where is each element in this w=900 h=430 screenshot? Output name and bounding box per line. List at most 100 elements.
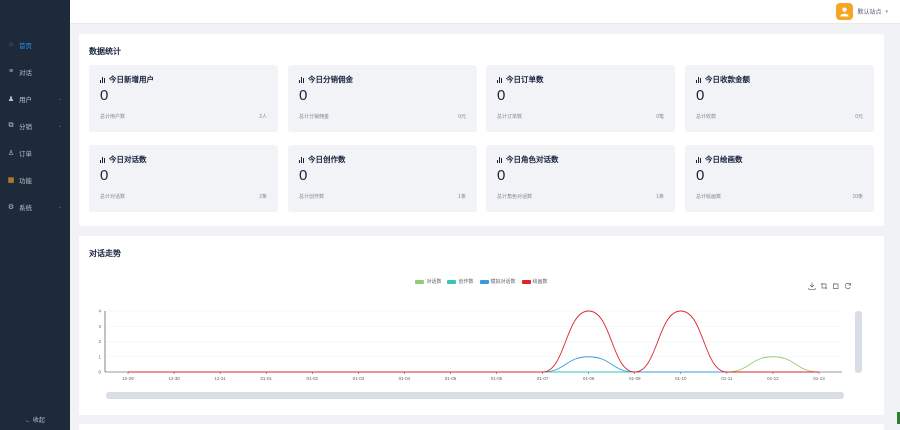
stat-card-title: 今日对话数 <box>100 154 146 165</box>
stat-card-total-value: 0元 <box>458 114 466 120</box>
stat-card: 今日创作数 0 总计创作数 1条 <box>288 145 477 212</box>
stat-card-total-label: 总计收款 <box>696 114 717 120</box>
stat-card: 今日角色对话数 0 总计角色对话数 1条 <box>486 145 675 212</box>
sidebar-item-5[interactable]: ▦ 功能 <box>0 166 70 193</box>
chevron-down-icon: ▾ <box>885 8 888 15</box>
x-tick-label: 12-30 <box>168 376 180 381</box>
stat-card: 今日收款金额 0 总计收款 0元 <box>685 65 874 132</box>
x-tick-label: 12-31 <box>214 376 226 381</box>
sidebar-item-1[interactable]: ≡ 对话 <box>0 58 70 85</box>
stat-card-value: 0 <box>696 167 705 184</box>
stat-card-total-label: 总计分销佣金 <box>299 114 330 120</box>
x-tick-label: 01-05 <box>445 376 457 381</box>
sidebar-item-label: 订单 <box>19 150 32 158</box>
stats-title: 数据统计 <box>89 47 121 56</box>
sidebar-item-0[interactable]: ⌂ 首页 <box>0 31 70 58</box>
stat-card-total-value: 0笔 <box>656 114 664 120</box>
stat-card-total-label: 总计对话数 <box>100 194 126 200</box>
menu-icon: ≡ <box>8 68 14 75</box>
series-line <box>128 356 819 373</box>
stat-card-title-text: 今日新增用户 <box>108 75 154 84</box>
apps-icon: ▦ <box>7 176 15 184</box>
collapse-sidebar-button[interactable]: ← 收起 <box>0 415 70 424</box>
stat-card: 今日新增用户 0 总计用户数 2人 <box>89 65 278 132</box>
stat-card-total-value: 2人 <box>259 114 267 120</box>
stat-card-total-value: 1条 <box>656 194 664 200</box>
stat-card-value: 0 <box>299 87 308 104</box>
sidebar-item-label: 用户 <box>19 96 32 104</box>
user-icon <box>840 7 850 17</box>
stat-card-value: 0 <box>696 87 705 104</box>
top-header: 默认站点 ▾ <box>70 0 900 24</box>
sidebar-item-label: 首页 <box>19 42 32 50</box>
sidebar-item-2[interactable]: ♟ 用户 ⌄ <box>0 85 70 112</box>
stat-card: 今日对话数 0 总计对话数 2条 <box>89 145 278 212</box>
stat-card-title-text: 今日收款金额 <box>704 75 750 84</box>
stat-card-title: 今日角色对话数 <box>497 154 558 165</box>
y-tick-label: 4 <box>98 309 101 314</box>
y-tick-label: 3 <box>98 324 101 329</box>
bottom-panel <box>79 424 884 430</box>
stat-card-value: 0 <box>100 87 109 104</box>
bar-chart-icon <box>100 156 106 163</box>
stat-card-title-text: 今日角色对话数 <box>505 155 559 164</box>
bar-chart-icon <box>696 76 702 83</box>
stat-card-total-label: 总计绘画数 <box>696 194 722 200</box>
sidebar-item-label: 系统 <box>19 204 32 212</box>
user-menu[interactable]: 默认站点 ▾ <box>836 3 888 20</box>
sidebar-item-3[interactable]: ⧉ 分销 ⌄ <box>0 112 70 139</box>
sidebar-item-6[interactable]: ⚙ 系统 ⌄ <box>0 193 70 220</box>
y-tick-label: 0 <box>98 370 101 375</box>
trend-chart: 0 1 2 3 4 12-29 12-30 12-31 01-01 01-02 01-03 01-04… <box>98 309 842 381</box>
bar-chart-icon <box>696 156 702 163</box>
stat-card-value: 0 <box>497 167 506 184</box>
sidebar: ⌂ 首页 ≡ 对话 ♟ 用户 ⌄ ⧉ 分销 ⌄ ♙ 订单 ▦ 功能 ⚙ 系统 ⌄ ← 收起 <box>0 0 70 430</box>
x-tick-label: 01-13 <box>813 376 825 381</box>
stat-card-total-label: 总计创作数 <box>299 194 325 200</box>
bar-chart-icon <box>497 156 503 163</box>
y-zoom-slider[interactable] <box>855 311 862 373</box>
bar-chart-icon <box>100 76 106 83</box>
stat-card-value: 0 <box>299 167 308 184</box>
stat-card-title: 今日订单数 <box>497 74 543 85</box>
user-name: 默认站点 <box>857 10 882 16</box>
x-tick-label: 01-04 <box>399 376 411 381</box>
stat-card-total-label: 总计角色对话数 <box>497 194 533 200</box>
chevron-down-icon: ⌄ <box>57 95 62 102</box>
sidebar-item-label: 对话 <box>19 69 32 77</box>
x-tick-label: 01-01 <box>260 376 272 381</box>
x-tick-label: 01-12 <box>767 376 779 381</box>
y-tick-label: 1 <box>98 354 101 359</box>
home-icon: ⌂ <box>8 41 14 48</box>
stat-card: 今日分销佣金 0 总计分销佣金 0元 <box>288 65 477 132</box>
bar-chart-icon <box>299 156 305 163</box>
stat-card-title-text: 今日分销佣金 <box>307 75 353 84</box>
stat-card-value: 0 <box>497 87 506 104</box>
trend-panel: 对话走势 对话数 创作数 模拟对话数 绘画数 0 1 2 3 4 12-29 12-30 12-31… <box>79 236 884 415</box>
x-tick-label: 01-09 <box>629 376 641 381</box>
stat-card-value: 0 <box>100 167 109 184</box>
stat-card-title-text: 今日订单数 <box>505 75 544 84</box>
x-tick-label: 01-11 <box>721 376 733 381</box>
stat-card-total-label: 总计订单数 <box>497 114 523 120</box>
stat-card-title-text: 今日创作数 <box>307 155 346 164</box>
gear-icon: ⚙ <box>7 203 15 211</box>
stat-card-title-text: 今日对话数 <box>108 155 147 164</box>
x-tick-label: 01-08 <box>583 376 595 381</box>
bar-chart-icon <box>497 76 503 83</box>
stat-card-title: 今日绘画数 <box>696 154 742 165</box>
stat-card-title: 今日分销佣金 <box>299 74 353 85</box>
sidebar-item-label: 功能 <box>19 177 32 185</box>
sidebar-item-label: 分销 <box>19 123 32 131</box>
sidebar-logo-area <box>0 0 70 31</box>
sidebar-item-4[interactable]: ♙ 订单 <box>0 139 70 166</box>
x-tick-label: 12-29 <box>122 376 134 381</box>
stat-card-total-value: 2条 <box>259 194 267 200</box>
bar-chart-icon <box>299 76 305 83</box>
x-zoom-slider[interactable] <box>106 392 844 399</box>
stat-card-title: 今日创作数 <box>299 154 345 165</box>
x-tick-label: 01-10 <box>675 376 687 381</box>
x-tick-label: 01-06 <box>491 376 503 381</box>
stats-panel: 数据统计 今日新增用户 0 总计用户数 2人 今日分销佣金 0 总计分销佣金 0元 今日订单数 0… <box>79 34 884 226</box>
user-icon: ♟ <box>7 95 15 103</box>
